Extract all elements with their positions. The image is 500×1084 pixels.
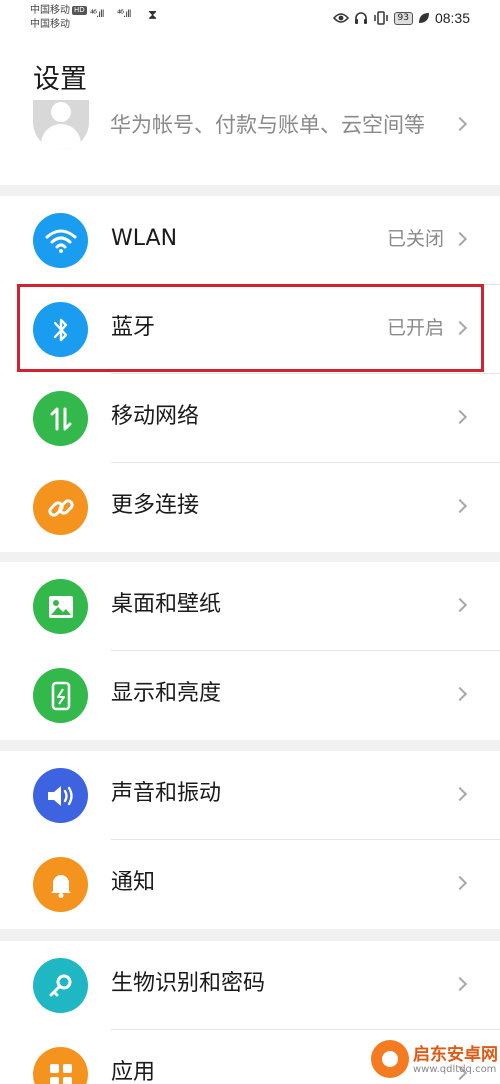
carrier-primary: 中国移动 HD bbox=[30, 5, 87, 17]
settings-item-label: 应用 bbox=[111, 1060, 156, 1084]
settings-item-label: 生物识别和密码 bbox=[111, 971, 266, 996]
settings-item-value: 已关闭 bbox=[386, 228, 444, 250]
chevron-right-icon bbox=[452, 231, 468, 247]
apps-icon bbox=[33, 1047, 88, 1084]
settings-item-label: 更多连接 bbox=[111, 493, 200, 518]
headphones-icon bbox=[354, 12, 367, 24]
settings-item-mobile-network[interactable]: 移动网络 bbox=[0, 374, 500, 463]
watermark-logo bbox=[371, 1040, 409, 1078]
settings-item-sound-vibration[interactable]: 声音和振动 bbox=[0, 751, 500, 840]
phone-brightness-icon bbox=[33, 668, 88, 723]
settings-item-biometrics-password[interactable]: 生物识别和密码 bbox=[0, 941, 500, 1030]
chevron-right-icon bbox=[452, 409, 468, 425]
settings-group-display: 桌面和壁纸 显示和亮度 bbox=[0, 562, 500, 740]
signal-icon-1: ⁴⁶.ıll bbox=[90, 9, 104, 20]
signal-icon-2: ⁴⁶.ıll bbox=[117, 9, 131, 20]
link-icon bbox=[33, 480, 88, 535]
clock: 08:35 bbox=[434, 10, 470, 26]
settings-item-notifications[interactable]: 通知 bbox=[0, 840, 500, 929]
account-row[interactable]: 华为帐号、付款与账单、云空间等 bbox=[0, 97, 500, 185]
chevron-right-icon bbox=[452, 976, 468, 992]
settings-item-more-connections[interactable]: 更多连接 bbox=[0, 463, 500, 552]
vibrate-icon bbox=[373, 11, 388, 25]
avatar bbox=[33, 100, 89, 150]
carrier-primary-label: 中国移动 bbox=[30, 5, 70, 16]
annotation-highlight bbox=[17, 284, 484, 372]
chevron-right-icon bbox=[452, 597, 468, 613]
eye-icon bbox=[332, 13, 349, 23]
settings-item-wallpaper[interactable]: 桌面和壁纸 bbox=[0, 562, 500, 651]
chevron-right-icon bbox=[452, 686, 468, 702]
settings-item-label: 桌面和壁纸 bbox=[111, 592, 222, 617]
hd-badge: HD bbox=[72, 6, 87, 15]
chevron-right-icon bbox=[452, 116, 468, 132]
mobile-data-icon bbox=[33, 391, 88, 446]
account-summary: 华为帐号、付款与账单、云空间等 bbox=[110, 113, 425, 137]
watermark-url: www.qdltdq.com bbox=[413, 1064, 497, 1075]
page-title: 设置 bbox=[33, 64, 87, 95]
chevron-right-icon bbox=[452, 498, 468, 514]
settings-item-label: WLAN bbox=[111, 226, 178, 251]
settings-item-wlan[interactable]: WLAN 已关闭 bbox=[0, 196, 500, 285]
speaker-icon bbox=[33, 768, 88, 823]
settings-item-label: 通知 bbox=[111, 870, 156, 895]
bell-icon bbox=[33, 857, 88, 912]
settings-item-display-brightness[interactable]: 显示和亮度 bbox=[0, 651, 500, 740]
settings-item-label: 声音和振动 bbox=[111, 781, 222, 806]
leaf-icon bbox=[418, 13, 429, 23]
watermark-title: 启东安卓网 bbox=[413, 1045, 498, 1065]
chevron-right-icon bbox=[452, 786, 468, 802]
battery-indicator: 93 bbox=[393, 11, 413, 25]
settings-item-label: 移动网络 bbox=[111, 404, 200, 429]
image-icon bbox=[33, 579, 88, 634]
wifi-icon bbox=[33, 213, 88, 268]
watermark: 启东安卓网 www.qdltdq.com bbox=[371, 1038, 498, 1082]
carrier-secondary: 中国移动 bbox=[30, 19, 70, 30]
chevron-right-icon bbox=[452, 875, 468, 891]
settings-item-label: 显示和亮度 bbox=[111, 681, 222, 706]
hourglass-icon: ⧗ bbox=[148, 8, 158, 23]
settings-group-connectivity: WLAN 已关闭 蓝牙 已开启 移动网络 更多连接 bbox=[0, 196, 500, 552]
settings-header: 设置 华为帐号、付款与账单、云空间等 bbox=[0, 40, 500, 185]
status-bar: 中国移动 HD 中国移动 ⁴⁶.ıll ⁴⁶.ıll ⧗ 93 08:35 bbox=[0, 0, 500, 40]
status-icons: 93 08:35 bbox=[332, 8, 470, 28]
key-icon bbox=[33, 958, 88, 1013]
settings-group-sound: 声音和振动 通知 bbox=[0, 751, 500, 929]
